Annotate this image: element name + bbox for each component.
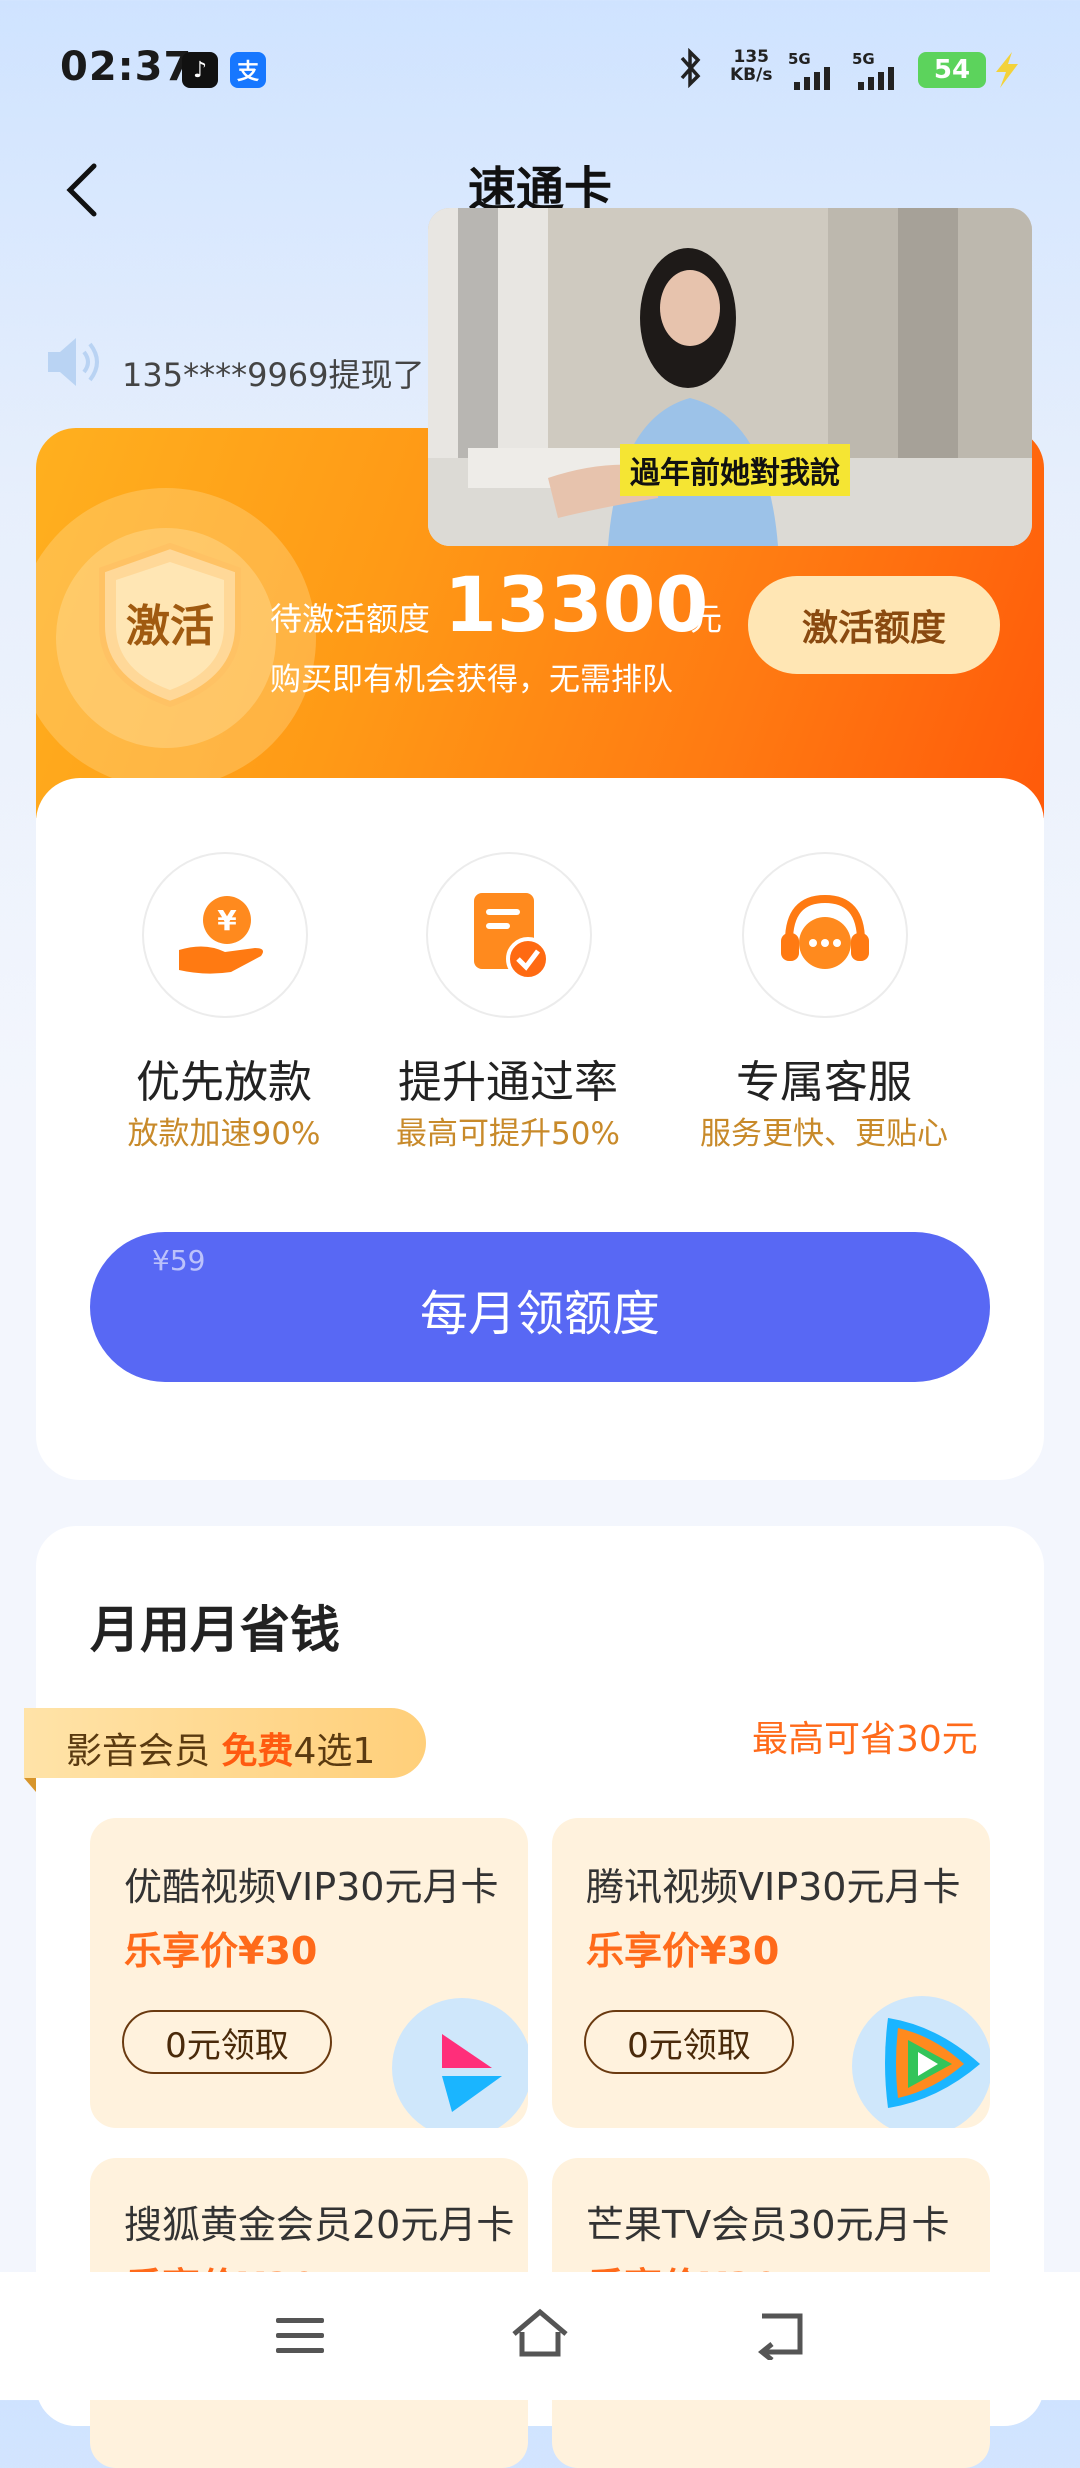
svg-text:¥: ¥ [217,904,237,937]
network-speed: 135 KB/s [730,47,773,85]
vip-price: 乐享价¥30 [124,1929,318,1973]
pending-label: 待激活额度 [270,600,431,638]
signal-icon-1: 5G [788,50,830,90]
claim-button-youku[interactable]: 0元领取 [122,2010,332,2074]
status-time: 02:37 [60,44,193,90]
pending-amount: 13300 [444,560,709,649]
bluetooth-icon [672,47,708,92]
floating-video-player[interactable]: 過年前她對我說 [428,208,1032,546]
charging-icon [990,50,1024,94]
activate-quota-button[interactable]: 激活额度 [748,576,1000,674]
vip-name: 腾讯视频VIP30元月卡 [586,1865,961,1909]
savings-title: 月用月省钱 [90,1601,340,1659]
vip-name: 芒果TV会员30元月卡 [586,2203,950,2247]
video-caption: 過年前她對我說 [620,444,850,496]
tag-fold [24,1778,36,1792]
activate-badge-label: 激活 [126,601,214,652]
feature-sub-service: 服务更快、更贴心 [700,1116,948,1152]
banner-subline: 购买即有机会获得，无需排队 [270,662,673,698]
system-nav-bar [0,2272,1080,2400]
vip-price: 乐享价¥30 [586,1929,780,1973]
feature-sub-pass-rate: 最高可提升50% [396,1116,620,1152]
amount-unit: 元 [690,600,723,638]
withdraw-notice: 135****9969提现了 [122,356,425,394]
cta-price: ¥59 [152,1244,206,1277]
youku-icon [432,2028,512,2122]
max-save-text: 最高可省30元 [752,1719,978,1760]
document-check-icon [426,852,592,1018]
membership-tag-text: 影音会员 免费4选1 [66,1731,376,1772]
battery-indicator: 54 [918,52,986,88]
feature-title-service: 专属客服 [736,1057,912,1108]
menu-icon[interactable] [272,2312,328,2364]
vip-name: 优酷视频VIP30元月卡 [124,1865,499,1909]
feature-title-pass-rate: 提升通过率 [398,1057,618,1108]
cta-label: 每月领额度 [419,1286,660,1342]
speaker-icon [44,334,106,394]
alipay-icon: 支 [230,52,266,88]
tencent-video-icon [868,2008,988,2122]
feature-sub-priority: 放款加速90% [127,1116,321,1152]
money-hand-icon: ¥ [142,852,308,1018]
claim-button-tencent[interactable]: 0元领取 [584,2010,794,2074]
back-nav-icon[interactable] [752,2308,812,2364]
tiktok-icon: ♪ [182,52,218,88]
headset-icon [742,852,908,1018]
signal-icon-2: 5G [852,50,894,90]
vip-name: 搜狐黄金会员20元月卡 [124,2203,515,2247]
feature-title-priority: 优先放款 [136,1057,312,1108]
home-icon[interactable] [508,2306,572,2366]
